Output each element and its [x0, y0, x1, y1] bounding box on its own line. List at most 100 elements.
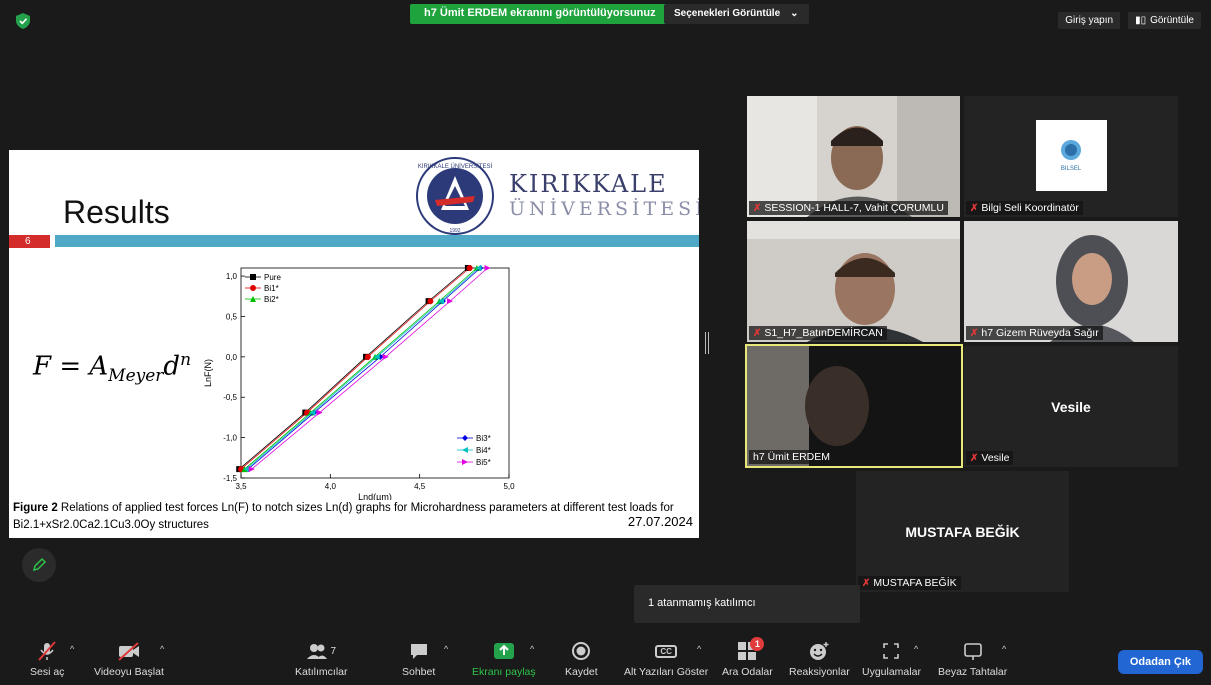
signin-label: Giriş yapın: [1065, 15, 1114, 26]
apps-options-caret[interactable]: ^: [914, 644, 918, 654]
formula-n: n: [180, 350, 192, 370]
video-tile-vesile[interactable]: Vesile ✗ Vesile: [964, 346, 1178, 467]
university-name-line2: ÜNİVERSİTESİ: [509, 198, 699, 220]
participant-name: h7 Ümit ERDEM: [753, 451, 831, 463]
slide-date: 27.07.2024: [627, 514, 693, 529]
audio-options-caret[interactable]: ^: [70, 644, 74, 654]
reactions-label: Reaksiyonlar: [789, 666, 850, 678]
x-tick-label: 4,5: [414, 482, 426, 491]
cc-icon-text: CC: [655, 644, 677, 658]
chat-bubble-icon: [408, 640, 430, 662]
x-tick-label: 5,0: [503, 482, 515, 491]
seal-year: 1992: [449, 228, 460, 234]
unmute-button[interactable]: Sesi aç: [30, 640, 64, 678]
apps-button[interactable]: Uygulamalar: [862, 640, 921, 678]
chat-options-caret[interactable]: ^: [444, 644, 448, 654]
smile-plus-icon: [808, 640, 830, 662]
chat-label: Sohbet: [402, 666, 436, 678]
data-point-bi1: [466, 265, 473, 271]
slide-header-strip: [55, 235, 699, 247]
chart-plot-frame: [240, 267, 510, 479]
shared-screen: Results KIRIKKALE ÜNİVERSİTESİ 1992 KIRI…: [9, 150, 699, 538]
mic-muted-icon: ✗: [970, 202, 979, 214]
caption-label: Figure 2: [13, 502, 58, 514]
pencil-icon: [32, 557, 47, 572]
start-video-button[interactable]: Videoyu Başlat: [94, 640, 164, 678]
participant-name-label: ✗ SESSION-1 HALL-7, Vahit ÇORUMLU: [749, 201, 948, 215]
series-line-bi5: [251, 267, 488, 470]
data-point-bi1: [364, 353, 371, 360]
video-tile-gizem[interactable]: ✗ h7 Gizem Rüveyda Sağır: [964, 221, 1178, 342]
participant-name-label: h7 Ümit ERDEM: [749, 450, 835, 464]
security-shield-icon[interactable]: [16, 13, 30, 29]
share-options-caret[interactable]: ^: [530, 644, 534, 654]
participant-name: Bilgi Seli Koordinatör: [981, 202, 1079, 214]
participant-name: MUSTAFA BEĞİK: [873, 577, 957, 589]
legend-marker: [462, 459, 468, 465]
video-tile-mustafa[interactable]: MUSTAFA BEĞİK ✗ MUSTAFA BEĞİK: [856, 471, 1069, 592]
participants-label: Katılımcılar: [295, 666, 348, 678]
participant-name-label: ✗ S1_H7_BatınDEMİRCAN: [749, 326, 887, 340]
captions-options-caret[interactable]: ^: [697, 644, 701, 654]
bilsel-logo: BILSEL: [1036, 120, 1107, 191]
y-tick-label: -0,5: [223, 393, 237, 402]
mic-muted-icon: ✗: [970, 327, 979, 339]
mic-muted-icon: ✗: [753, 202, 762, 214]
participants-button[interactable]: 7 Katılımcılar: [295, 640, 348, 678]
legend-label: Bi5*: [476, 458, 491, 467]
leave-room-button[interactable]: Odadan Çık: [1117, 650, 1203, 674]
caption-formula: Bi2.1+xSr2.0Ca2.1Cu3.0Oy structures: [13, 519, 209, 531]
view-options-button[interactable]: Seçenekleri Görüntüle ⌄: [664, 4, 809, 24]
formula-eq: =: [59, 351, 82, 382]
breakout-rooms-icon: 1: [736, 637, 765, 662]
meeting-toolbar: Sesi aç ^ Videoyu Başlat ^ 7 Katılımcıla…: [0, 634, 1211, 685]
video-tile-vahit[interactable]: ✗ SESSION-1 HALL-7, Vahit ÇORUMLU: [747, 96, 960, 217]
breakout-badge: 1: [750, 637, 765, 651]
record-button[interactable]: Kaydet: [565, 640, 598, 678]
participant-name: SESSION-1 HALL-7, Vahit ÇORUMLU: [764, 202, 944, 214]
view-options-label: Seçenekleri Görüntüle: [674, 8, 781, 19]
whiteboards-button[interactable]: Beyaz Tahtalar: [938, 640, 1007, 678]
bilsel-logo-graphic: BILSEL: [1061, 140, 1082, 172]
share-screen-button[interactable]: Ekranı paylaş: [472, 640, 536, 678]
mic-muted-icon: ✗: [862, 577, 871, 589]
data-point-bi5: [484, 265, 491, 271]
participant-center-name: MUSTAFA BEĞİK: [905, 523, 1020, 540]
y-tick-label: 0,5: [226, 312, 238, 321]
participants-count: 7: [330, 645, 337, 657]
share-screen-label: Ekranı paylaş: [472, 666, 536, 678]
breakout-rooms-label: Ara Odalar: [722, 666, 773, 678]
y-tick-label: 0,0: [226, 353, 238, 362]
legend-label: Bi4*: [476, 446, 491, 455]
mic-muted-icon: ✗: [753, 327, 762, 339]
participant-name: h7 Gizem Rüveyda Sağır: [981, 327, 1099, 339]
view-button[interactable]: ▮▯ Görüntüle: [1128, 12, 1201, 29]
video-tile-umit-active-speaker[interactable]: h7 Ümit ERDEM: [745, 344, 963, 468]
annotate-pencil-button[interactable]: [22, 548, 56, 582]
captions-button[interactable]: CC Alt Yazıları Göster: [624, 640, 708, 678]
video-options-caret[interactable]: ^: [160, 644, 164, 654]
legend-label: Bi3*: [476, 434, 491, 443]
apps-icon: [880, 640, 902, 662]
x-tick-label: 4,0: [325, 482, 337, 491]
legend-marker: [462, 447, 468, 453]
video-tile-bilgi[interactable]: BILSEL ✗ Bilgi Seli Koordinatör: [964, 96, 1178, 217]
series-line-bi3: [247, 267, 481, 470]
formula-A: A: [89, 351, 109, 382]
record-label: Kaydet: [565, 666, 598, 678]
split-resize-handle[interactable]: [705, 332, 709, 354]
data-point-bi1: [427, 298, 434, 305]
participant-name-label: ✗ h7 Gizem Rüveyda Sağır: [966, 326, 1103, 340]
signin-button[interactable]: Giriş yapın: [1058, 12, 1121, 29]
participant-video: [747, 346, 961, 466]
legend-marker: [250, 285, 256, 291]
reactions-button[interactable]: Reaksiyonlar: [789, 640, 850, 678]
participant-name: S1_H7_BatınDEMİRCAN: [764, 327, 883, 339]
chat-button[interactable]: Sohbet: [402, 640, 435, 678]
meyer-formula: F = AMeyerdn: [33, 350, 191, 386]
share-status-banner: h7 Ümit ERDEM ekranını görüntülüyorsunuz: [410, 4, 670, 24]
chevron-down-icon: ⌄: [790, 8, 799, 19]
breakout-rooms-button[interactable]: 1 Ara Odalar: [722, 637, 773, 678]
video-tile-batin[interactable]: ✗ S1_H7_BatınDEMİRCAN: [747, 221, 960, 342]
whiteboard-options-caret[interactable]: ^: [1002, 644, 1006, 654]
